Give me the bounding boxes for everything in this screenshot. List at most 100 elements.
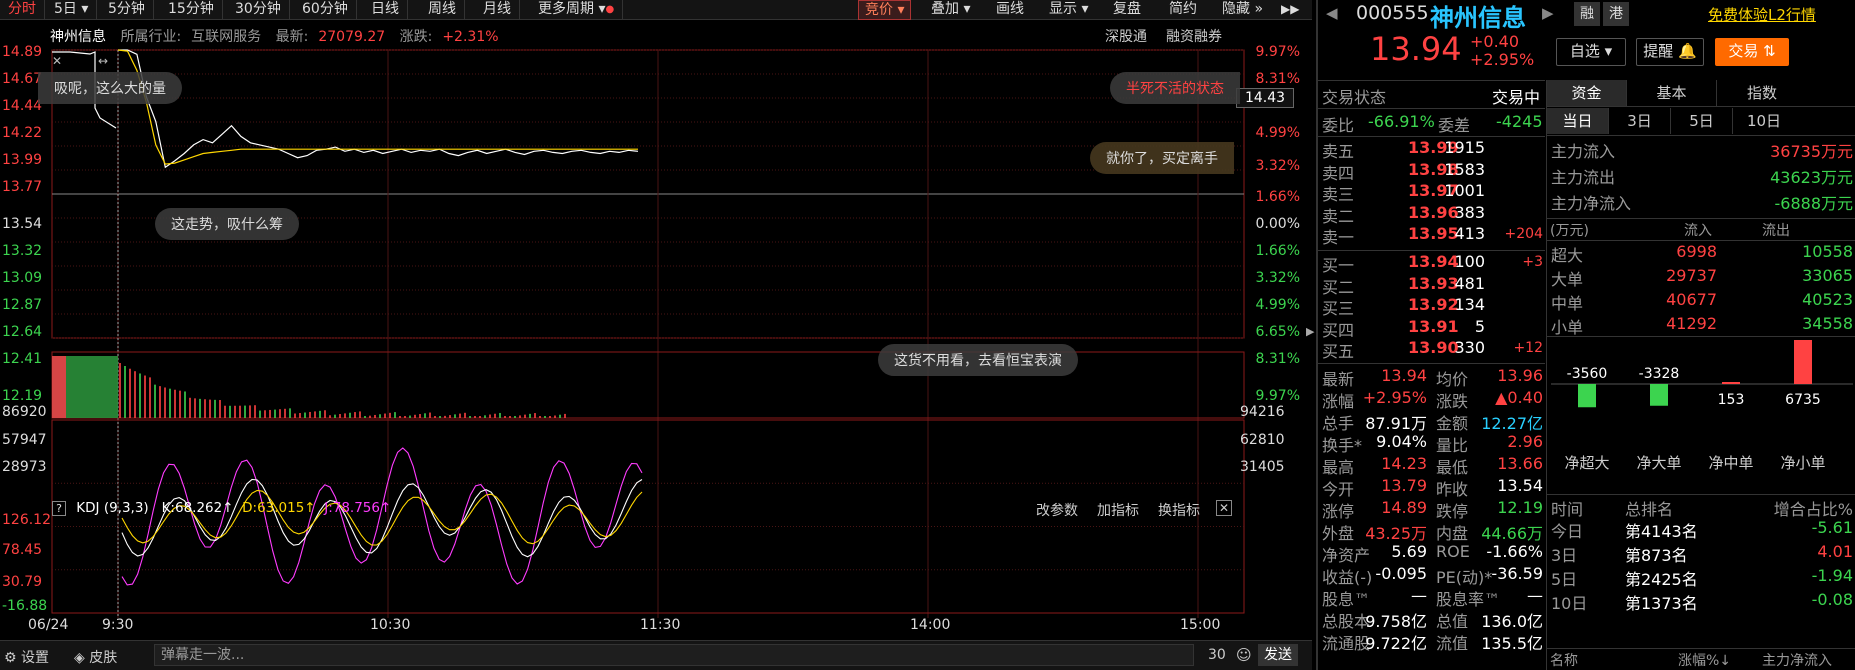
tab-daily[interactable]: 日线 bbox=[363, 0, 408, 20]
edit-params-button[interactable]: 改参数 bbox=[1036, 500, 1078, 520]
trade-button[interactable]: 交易 ⇅ bbox=[1715, 38, 1789, 66]
stat-value: 136.0亿 bbox=[1481, 612, 1543, 631]
tab-15min[interactable]: 15分钟 bbox=[160, 0, 223, 20]
pct-tick: 8.31% bbox=[1255, 351, 1300, 367]
fund-table-in: 41292 bbox=[1666, 314, 1717, 333]
price-tick: 13.54 bbox=[2, 216, 43, 232]
watchlist-button[interactable]: 自选 ▾ bbox=[1556, 38, 1626, 66]
simple-button[interactable]: 简约 bbox=[1163, 0, 1203, 20]
fund-flow-summary: 主力流入 36735万元 主力流出 43623万元 主力净流入 -6888万元 bbox=[1547, 138, 1855, 228]
switch-indicator-button[interactable]: 换指标 bbox=[1158, 500, 1200, 520]
add-indicator-button[interactable]: 加指标 bbox=[1097, 500, 1139, 520]
stat-label: 总值 bbox=[1436, 612, 1469, 631]
hide-button[interactable]: 隐藏 » bbox=[1216, 0, 1269, 20]
margin-trading-link[interactable]: 融资融券 bbox=[1166, 26, 1222, 46]
period-3d[interactable]: 3日 bbox=[1609, 108, 1671, 134]
net-flow-bar bbox=[1722, 382, 1740, 384]
rank-pct: -0.08 bbox=[1811, 590, 1853, 609]
net-flow-label: 净中单 bbox=[1708, 454, 1753, 472]
tab-index[interactable]: 指数 bbox=[1717, 80, 1807, 106]
list-head-change[interactable]: 涨幅%↓ bbox=[1678, 650, 1731, 670]
rank-period: 今日 bbox=[1551, 522, 1584, 541]
rank-head: 增合占比% bbox=[1773, 500, 1853, 519]
tab-5day[interactable]: 5日 ▾ bbox=[46, 0, 98, 20]
price-tick: 13.09 bbox=[2, 270, 43, 286]
tab-5min[interactable]: 5分钟 bbox=[100, 0, 154, 20]
tab-monthly[interactable]: 月线 bbox=[475, 0, 520, 20]
danmaku-input[interactable]: 弹幕走一波... bbox=[154, 644, 1194, 666]
book-level-price: 13.91 bbox=[1408, 316, 1459, 336]
collapse-panel-icon[interactable]: ▶▶ bbox=[1275, 0, 1305, 20]
gear-icon: ⚙ bbox=[4, 650, 17, 666]
rank-pct: -5.61 bbox=[1811, 518, 1853, 537]
help-icon[interactable]: ? bbox=[52, 501, 66, 516]
book-level-price: 13.92 bbox=[1408, 295, 1459, 315]
next-stock-icon[interactable]: ▶ bbox=[1542, 4, 1554, 22]
tab-weekly[interactable]: 周线 bbox=[420, 0, 465, 20]
char-count: 30 bbox=[1208, 647, 1226, 663]
remind-button[interactable]: 提醒 🔔 bbox=[1636, 38, 1704, 66]
stat-label: 均价 bbox=[1436, 370, 1469, 389]
period-10d[interactable]: 10日 bbox=[1733, 108, 1795, 134]
resize-icon[interactable]: ↔ bbox=[98, 54, 108, 68]
stat-value: 14.89 bbox=[1381, 498, 1427, 517]
pct-tick: 3.32% bbox=[1255, 270, 1300, 286]
bid-book: 买一 13.94 100 +3 买二 13.93 481 买三 13.92 134 买四 13.91 5… bbox=[1318, 252, 1545, 362]
danmaku-bubble: 这货不用看，去看恒宝表演 bbox=[878, 344, 1078, 376]
emoji-icon[interactable]: ☺ bbox=[1236, 646, 1252, 664]
pct-tick: 6.65% bbox=[1255, 324, 1300, 340]
kdj-indicator-bar: ? KDJ (9,3,3) K:68.262↑ D:63.015↑ J:78.7… bbox=[52, 500, 391, 518]
stat-value: 44.66万 bbox=[1481, 524, 1543, 543]
stat-label: 量比 bbox=[1436, 436, 1469, 455]
overlay-button[interactable]: 叠加 ▾ bbox=[925, 0, 976, 20]
tab-basic[interactable]: 基本 bbox=[1627, 80, 1717, 106]
display-button[interactable]: 显示 ▾ bbox=[1043, 0, 1094, 20]
pct-tick: 4.99% bbox=[1255, 297, 1300, 313]
pct-tick: 4.99% bbox=[1255, 125, 1300, 141]
panel-toggle-icon[interactable]: ▶ bbox=[1306, 325, 1314, 341]
industry-value: 互联网服务 bbox=[191, 29, 262, 45]
replay-button[interactable]: 复盘 bbox=[1107, 0, 1147, 20]
period-today[interactable]: 当日 bbox=[1547, 108, 1609, 134]
auction-button[interactable]: 竞价 ▾ bbox=[858, 0, 912, 20]
book-level-volume: 413 bbox=[1454, 224, 1485, 244]
stat-value: ▲0.40 bbox=[1495, 388, 1543, 407]
period-5d[interactable]: 5日 bbox=[1671, 108, 1733, 134]
stat-value: 87.91万 bbox=[1365, 414, 1427, 433]
fund-table-out: 33065 bbox=[1802, 266, 1853, 285]
close-icon[interactable]: ✕ bbox=[1216, 500, 1232, 516]
kdj-tick: 126.12 bbox=[2, 512, 51, 528]
draw-line-button[interactable]: 画线 bbox=[990, 0, 1030, 20]
prev-stock-icon[interactable]: ◀ bbox=[1326, 4, 1338, 22]
kdj-k-line bbox=[121, 478, 643, 558]
rank-table: 时间 总排名 增合占比% 今日 第4143名 -5.61 3日 第873名 4.01 5日 第242… bbox=[1547, 496, 1855, 646]
kdj-d-value: D:63.015↑ bbox=[242, 500, 316, 516]
send-button[interactable]: 发送 bbox=[1258, 644, 1298, 666]
pct-tick: 3.32% bbox=[1255, 158, 1300, 174]
intraday-chart-area[interactable] bbox=[0, 48, 1312, 618]
tab-intraday[interactable]: 分时 bbox=[0, 0, 45, 20]
stock-code: 000555 bbox=[1356, 2, 1429, 24]
l2-trial-link[interactable]: 免费体验L2行情 bbox=[1708, 4, 1816, 25]
skin-button[interactable]: ◈ 皮肤 bbox=[74, 647, 117, 667]
stock-connect-link[interactable]: 深股通 bbox=[1105, 26, 1147, 46]
pct-tick: 9.97% bbox=[1255, 44, 1300, 60]
price-tick: 12.87 bbox=[2, 297, 43, 313]
tab-60min[interactable]: 60分钟 bbox=[294, 0, 357, 20]
book-level-price: 13.94 bbox=[1408, 252, 1459, 271]
price-tick: 14.44 bbox=[2, 98, 43, 114]
stock-name: 神州信息 bbox=[1430, 4, 1526, 32]
tab-fund[interactable]: 资金 bbox=[1547, 80, 1627, 106]
price-tick: 13.99 bbox=[2, 152, 43, 168]
tab-30min[interactable]: 30分钟 bbox=[227, 0, 290, 20]
settings-button[interactable]: ⚙ 设置 bbox=[4, 647, 49, 667]
trade-status-label: 交易状态 bbox=[1322, 88, 1387, 107]
stat-value: 12.27亿 bbox=[1481, 414, 1543, 433]
rank-period: 10日 bbox=[1551, 594, 1588, 613]
price-tick: 12.64 bbox=[2, 324, 43, 340]
stat-label: 净资产 bbox=[1322, 546, 1371, 565]
close-icon[interactable]: ✕ bbox=[52, 54, 62, 68]
tab-more-periods[interactable]: 更多周期 ▾● bbox=[530, 0, 624, 20]
rank-head: 时间 bbox=[1551, 500, 1584, 519]
stat-value: 13.94 bbox=[1381, 366, 1427, 385]
